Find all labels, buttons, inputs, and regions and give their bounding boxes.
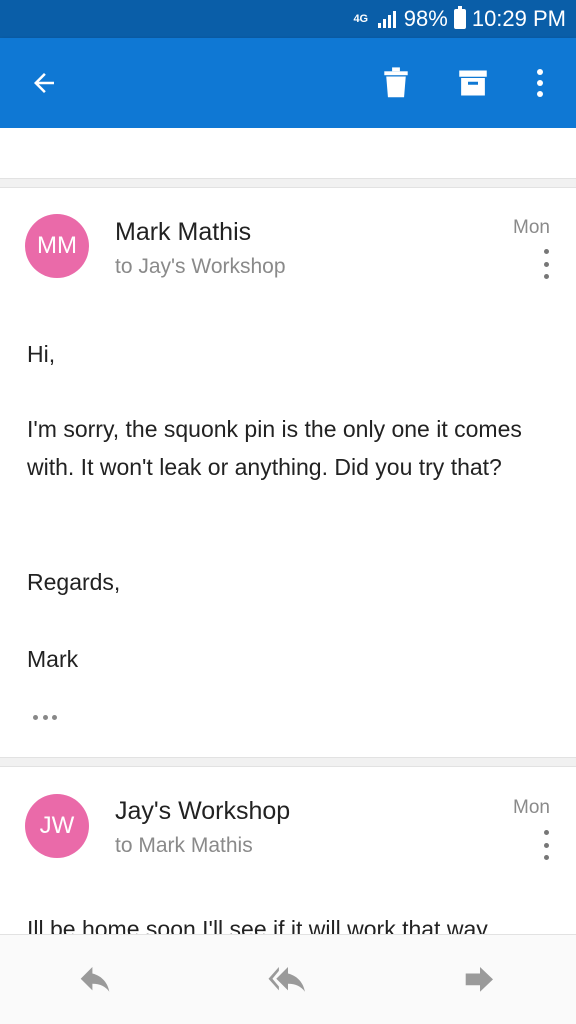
- message-card[interactable]: JW Jay's Workshop to Mark Mathis Mon Ill…: [0, 768, 576, 934]
- recipient-line: to Jay's Workshop: [115, 255, 286, 278]
- divider: [0, 178, 576, 188]
- trash-icon: [384, 67, 408, 98]
- show-quoted-text-icon[interactable]: [33, 715, 57, 721]
- sender-name: Jay's Workshop: [115, 797, 291, 825]
- message-preview: Ill be home soon I'll see if it will wor…: [27, 916, 488, 934]
- sender-name: Mark Mathis: [115, 218, 252, 246]
- message-date: Mon: [513, 217, 550, 238]
- message-more-icon[interactable]: [538, 830, 554, 860]
- message-date: Mon: [513, 797, 550, 818]
- network-type: 4G: [353, 12, 369, 25]
- signal-icon: [377, 10, 398, 28]
- archive-button[interactable]: [443, 38, 503, 128]
- arrow-left-icon: [34, 73, 54, 93]
- status-bar: 4G 98% 10:29 PM: [0, 0, 576, 38]
- reply-all-button[interactable]: [248, 935, 328, 1024]
- back-button[interactable]: [14, 38, 74, 128]
- message-card[interactable]: MM Mark Mathis to Jay's Workshop Mon Hi,…: [0, 189, 576, 757]
- reply-all-icon: [268, 967, 305, 992]
- divider: [0, 757, 576, 767]
- archive-icon: [459, 70, 487, 96]
- delete-button[interactable]: [366, 38, 426, 128]
- message-body-paragraph: Hi,: [27, 341, 56, 367]
- more-vert-icon: [537, 69, 543, 97]
- recipient-line: to Mark Mathis: [115, 834, 253, 857]
- reply-icon: [80, 967, 110, 992]
- battery-icon: [453, 6, 466, 29]
- more-options-button[interactable]: [510, 38, 570, 128]
- clock: 10:29 PM: [471, 6, 566, 31]
- message-body-paragraph: I'm sorry, the squonk pin is the only on…: [27, 416, 522, 480]
- avatar: MM: [25, 214, 89, 278]
- app-bar: [0, 38, 576, 128]
- forward-icon: [465, 967, 493, 992]
- status-indicators: 4G 98% 10:29 PM: [350, 4, 566, 34]
- message-body-paragraph: Regards,: [27, 569, 121, 595]
- forward-button[interactable]: [440, 935, 520, 1024]
- battery-percent: 98%: [403, 6, 448, 31]
- message-more-icon[interactable]: [538, 249, 554, 279]
- message-body-paragraph: Mark: [27, 646, 79, 672]
- header-spacer: [0, 128, 576, 178]
- bottom-action-bar: [0, 934, 576, 1024]
- reply-button[interactable]: [55, 935, 135, 1024]
- avatar: JW: [25, 794, 89, 858]
